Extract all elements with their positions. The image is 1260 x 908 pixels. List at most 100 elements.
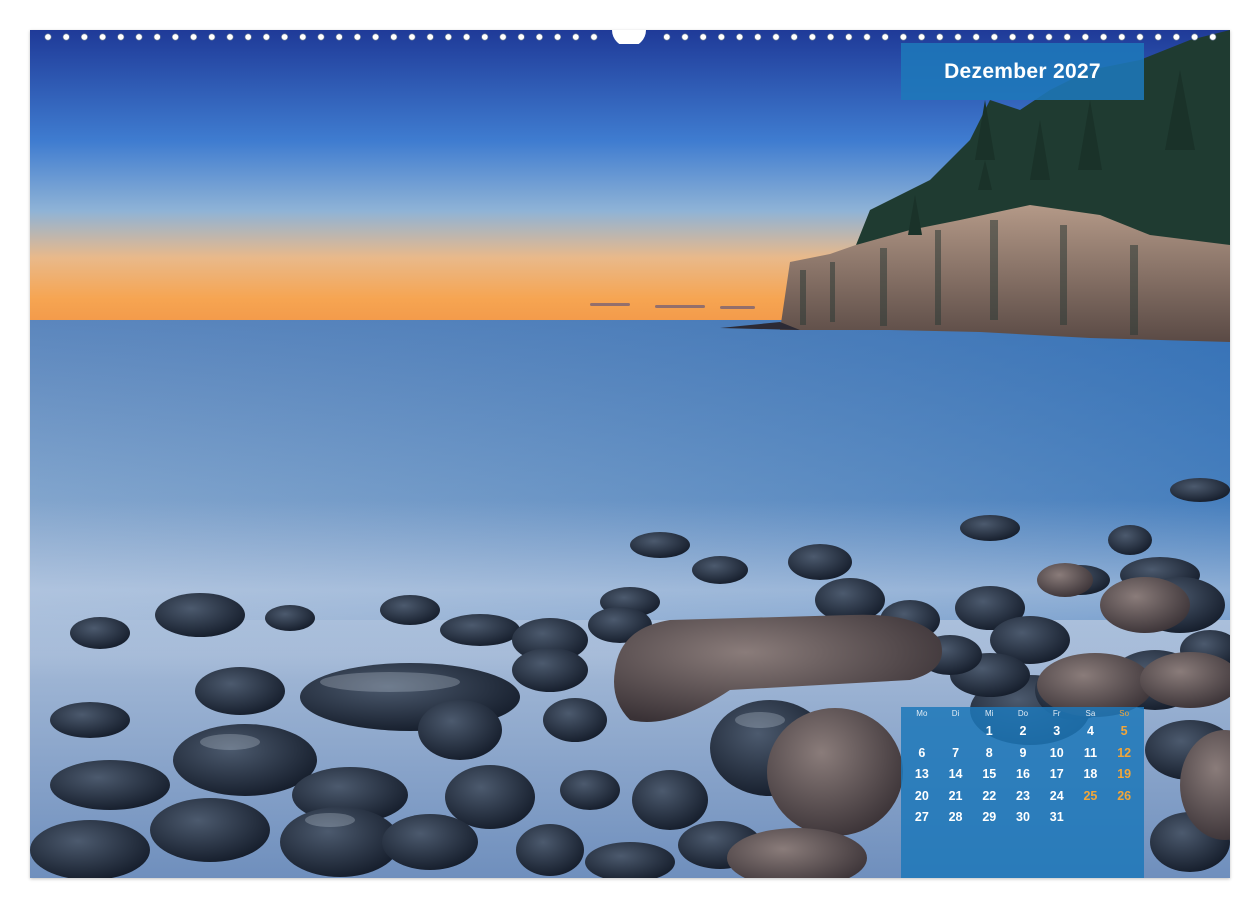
binding-hole xyxy=(299,33,307,41)
calendar-day: 23 xyxy=(1016,788,1030,803)
calendar-day: 9 xyxy=(1019,745,1027,760)
calendar-day: 31 xyxy=(1049,810,1064,825)
binding-hole xyxy=(899,33,907,41)
binding-hole xyxy=(190,33,198,41)
weekday-label: Do xyxy=(1017,709,1029,718)
binding-hole xyxy=(681,33,689,41)
binding-hole xyxy=(1191,33,1199,41)
weekday-label: Mo xyxy=(916,709,928,718)
binding-hole xyxy=(1045,33,1053,41)
binding-hole xyxy=(1100,33,1108,41)
binding-hole xyxy=(1136,33,1144,41)
calendar-day: 27 xyxy=(914,810,929,825)
calendar-day: 22 xyxy=(982,788,997,803)
calendar-day: 24 xyxy=(1049,788,1064,803)
calendar-day: 16 xyxy=(1016,767,1030,782)
binding-hole xyxy=(408,33,416,41)
binding-hole xyxy=(699,33,707,41)
binding-hole xyxy=(244,33,252,41)
binding-hole xyxy=(972,33,980,41)
month-title-box: Dezember 2027 xyxy=(901,43,1144,100)
binding-hole xyxy=(226,33,234,41)
empty-day-cell xyxy=(905,721,939,743)
calendar-day: 13 xyxy=(914,767,929,782)
calendar-day: 30 xyxy=(1016,810,1030,825)
calendar-page: Dezember 2027 Mo Di Mi Do Fr Sa So 1 2 3 4 5 6 7 8 9 10… xyxy=(30,30,1230,878)
calendar-day: 8 xyxy=(985,745,993,760)
binding-hole xyxy=(317,33,325,41)
weekday-header: Mo Di Mi Do Fr Sa So xyxy=(905,709,1141,719)
binding-hole xyxy=(535,33,543,41)
calendar-day: 28 xyxy=(948,810,963,825)
empty-day-cell xyxy=(939,721,973,743)
binding-hole xyxy=(80,33,88,41)
binding-hole xyxy=(481,33,489,41)
calendar-day: 10 xyxy=(1049,745,1064,760)
binding-hole xyxy=(135,33,143,41)
binding-hole xyxy=(845,33,853,41)
calendar-day: 20 xyxy=(914,788,929,803)
binding-hole xyxy=(463,33,471,41)
binding-hole xyxy=(44,33,52,41)
binding-hole xyxy=(1081,33,1089,41)
calendar-day: 18 xyxy=(1083,767,1098,782)
binding-hole xyxy=(790,33,798,41)
month-title: Dezember 2027 xyxy=(944,59,1101,83)
calendar-day: 1 xyxy=(985,724,993,738)
weekday-label: Mi xyxy=(985,709,994,718)
binding-hole xyxy=(372,33,380,41)
binding-hole xyxy=(990,33,998,41)
calendar-day: 7 xyxy=(952,745,960,760)
calendar-day: 11 xyxy=(1083,745,1098,760)
binding-hole xyxy=(590,33,598,41)
binding-hole xyxy=(153,33,161,41)
binding-hole xyxy=(1063,33,1071,41)
binding-hole xyxy=(808,33,816,41)
weekday-label: Fr xyxy=(1052,709,1061,718)
weekday-label: Di xyxy=(951,709,960,718)
calendar-day: 6 xyxy=(918,745,926,760)
binding-hole xyxy=(663,33,671,41)
binding-hole xyxy=(444,33,452,41)
calendar-day: 12 xyxy=(1117,745,1132,760)
binding-hole xyxy=(754,33,762,41)
binding-hole xyxy=(171,33,179,41)
calendar-day: 17 xyxy=(1049,767,1064,782)
calendar-day: 26 xyxy=(1117,788,1132,803)
binding-hole xyxy=(936,33,944,41)
binding-hole xyxy=(1209,33,1217,41)
calendar-day: 5 xyxy=(1120,724,1128,738)
calendar-day: 3 xyxy=(1053,724,1061,738)
binding-hole xyxy=(827,33,835,41)
weekday-label: Sa xyxy=(1085,709,1096,718)
binding-hole xyxy=(499,33,507,41)
weekday-label: So xyxy=(1119,709,1130,718)
binding-hole xyxy=(1027,33,1035,41)
binding-hole xyxy=(390,33,398,41)
binding-hole xyxy=(99,33,107,41)
binding-hole xyxy=(353,33,361,41)
binding-hole xyxy=(918,33,926,41)
binding-hole xyxy=(262,33,270,41)
binding-hole xyxy=(281,33,289,41)
binding-hole xyxy=(1154,33,1162,41)
binding-hole xyxy=(208,33,216,41)
binding-hole xyxy=(1118,33,1126,41)
binding-hole xyxy=(1172,33,1180,41)
calendar-day: 14 xyxy=(948,767,963,782)
calendar-day: 4 xyxy=(1086,724,1094,738)
binding-hole xyxy=(117,33,125,41)
calendar-day: 29 xyxy=(982,810,997,825)
month-calendar: Mo Di Mi Do Fr Sa So 1 2 3 4 5 6 7 8 9 10 11 12 13 14 15 16 17… xyxy=(901,707,1144,878)
spiral-binding xyxy=(44,30,1217,44)
binding-hole xyxy=(62,33,70,41)
binding-hole xyxy=(517,33,525,41)
binding-hole xyxy=(426,33,434,41)
binding-hole xyxy=(1009,33,1017,41)
day-grid: 1 2 3 4 5 6 7 8 9 10 11 12 13 14 15 16 17 18 19 20 21 22 23 24 2… xyxy=(905,721,1141,829)
binding-hole xyxy=(772,33,780,41)
binding-hole xyxy=(881,33,889,41)
calendar-day: 2 xyxy=(1019,724,1027,738)
calendar-day: 25 xyxy=(1083,788,1098,803)
binding-hole xyxy=(335,33,343,41)
